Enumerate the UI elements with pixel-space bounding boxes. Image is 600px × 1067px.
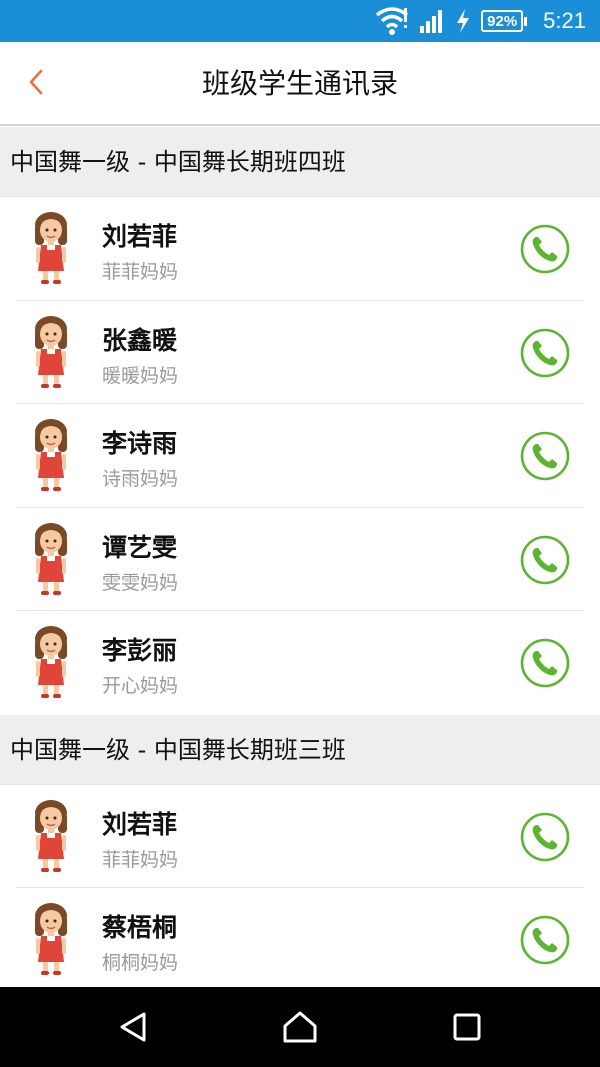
contact-relation: 菲菲妈妈	[102, 261, 179, 283]
phone-icon	[520, 915, 570, 965]
home-icon	[283, 1011, 317, 1043]
girl-avatar-icon	[30, 315, 72, 389]
contact-relation: 暖暖妈妈	[102, 364, 179, 387]
contact-relation: 桐桐妈妈	[102, 952, 179, 974]
section-header: 中国舞一级 - 中国舞长期班四班	[0, 127, 600, 197]
phone-icon	[520, 535, 570, 584]
contact-relation: 开心妈妈	[102, 675, 179, 697]
contact-row[interactable]: 蔡梧桐 桐桐妈妈	[16, 888, 584, 987]
girl-avatar-icon	[30, 902, 72, 976]
contact-name: 刘若菲	[102, 809, 178, 839]
phone-icon	[520, 638, 570, 688]
section-header: 中国舞一级 - 中国舞长期班三班	[0, 714, 600, 785]
recents-square-icon	[453, 1013, 481, 1041]
contact-relation: 菲菲妈妈	[102, 848, 179, 871]
system-nav-bar	[0, 987, 600, 1067]
contact-row[interactable]: 刘若菲 菲菲妈妈	[16, 197, 584, 301]
call-button[interactable]	[520, 812, 570, 862]
wifi-icon	[375, 6, 409, 36]
call-button[interactable]	[520, 224, 570, 274]
girl-avatar-icon	[30, 522, 72, 596]
girl-avatar-icon	[30, 211, 72, 285]
contact-relation: 雯雯妈妈	[102, 571, 179, 594]
phone-icon	[520, 812, 570, 861]
contact-row[interactable]: 张鑫暖 暖暖妈妈	[16, 301, 584, 404]
status-bar: 92% 5:21	[0, 0, 600, 42]
contact-name: 蔡梧桐	[102, 913, 178, 942]
contact-relation: 诗雨妈妈	[102, 468, 179, 490]
contact-name: 谭艺雯	[102, 532, 178, 562]
contact-name: 李诗雨	[102, 429, 178, 458]
call-button[interactable]	[520, 535, 570, 585]
battery-icon: 92%	[481, 10, 528, 32]
girl-avatar-icon	[30, 625, 72, 699]
nav-home-button[interactable]	[280, 1007, 320, 1047]
charging-icon	[455, 8, 471, 34]
phone-icon	[520, 328, 570, 377]
phone-icon	[520, 224, 570, 274]
contact-row[interactable]: 刘若菲 菲菲妈妈	[16, 785, 584, 888]
battery-nub	[524, 16, 528, 26]
contact-row[interactable]: 谭艺雯 雯雯妈妈	[16, 508, 584, 611]
contact-name: 刘若菲	[102, 222, 178, 251]
nav-recents-button[interactable]	[447, 1007, 487, 1047]
call-button[interactable]	[520, 638, 570, 688]
contact-name: 李彭丽	[102, 636, 178, 665]
call-button[interactable]	[520, 915, 570, 965]
chevron-left-icon	[28, 69, 44, 99]
clock: 5:21	[543, 8, 586, 33]
phone-icon	[520, 431, 570, 481]
contact-row[interactable]: 李彭丽 开心妈妈	[16, 611, 584, 715]
girl-avatar-icon	[30, 799, 72, 873]
girl-avatar-icon	[30, 418, 72, 492]
status-icons: 92% 5:21	[375, 0, 586, 42]
signal-icon	[419, 8, 445, 34]
call-button[interactable]	[520, 431, 570, 481]
app-header: 班级学生通讯录	[0, 42, 600, 126]
contact-list[interactable]: 中国舞一级 - 中国舞长期班四班 刘若菲 菲菲妈妈 张鑫暖 暖暖妈妈 李诗雨 诗…	[0, 127, 600, 987]
contact-name: 张鑫暖	[102, 325, 178, 355]
page-title: 班级学生通讯录	[201, 67, 398, 100]
back-triangle-icon	[120, 1012, 146, 1042]
back-button[interactable]	[16, 62, 56, 106]
contact-row[interactable]: 李诗雨 诗雨妈妈	[16, 404, 584, 508]
nav-back-button[interactable]	[113, 1007, 153, 1047]
battery-level: 92%	[481, 10, 524, 32]
call-button[interactable]	[520, 328, 570, 378]
